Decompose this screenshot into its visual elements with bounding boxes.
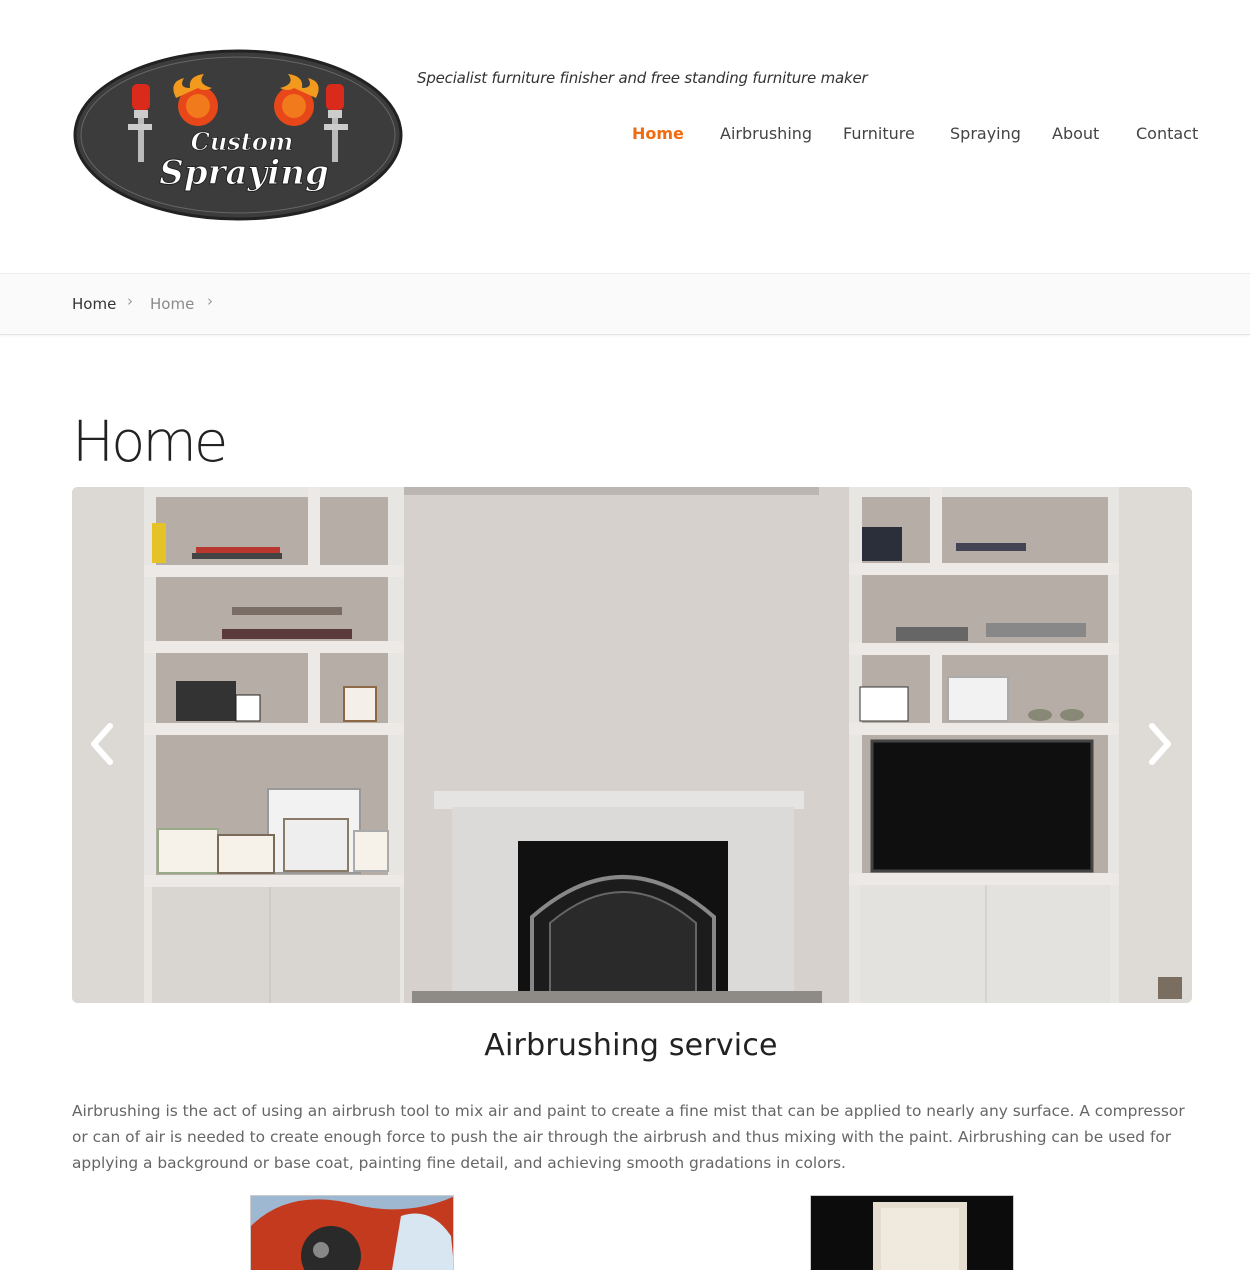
nav-item-spraying[interactable]: Spraying: [950, 124, 1021, 143]
gallery-image[interactable]: [810, 1195, 1014, 1270]
slider-next-button[interactable]: [1140, 720, 1180, 768]
breadcrumb-item-home[interactable]: Home: [72, 295, 116, 313]
breadcrumb: Home › Home ›: [0, 273, 1250, 335]
breadcrumb-item-current: Home: [150, 295, 195, 313]
page-title: Home: [72, 410, 228, 475]
nav-item-contact[interactable]: Contact: [1136, 124, 1198, 143]
chevron-left-icon: [91, 723, 113, 765]
main-nav: Home Airbrushing Furniture Spraying Abou…: [0, 124, 1250, 148]
section-title: Airbrushing service: [484, 1028, 778, 1063]
logo-text-spraying: Spraying: [159, 153, 328, 193]
slider-prev-button[interactable]: [82, 720, 122, 768]
chevron-right-icon: ›: [127, 292, 133, 310]
slide-image: [72, 487, 1192, 1003]
nav-item-airbrushing[interactable]: Airbrushing: [720, 124, 812, 143]
nav-item-home[interactable]: Home: [632, 124, 684, 143]
image-slider[interactable]: [72, 487, 1192, 1003]
chevron-right-icon: ›: [207, 292, 213, 310]
chevron-right-icon: [1149, 723, 1171, 765]
site-tagline: Specialist furniture finisher and free s…: [417, 69, 868, 87]
airbrush-artwork-image: [251, 1196, 453, 1270]
furniture-image: [811, 1196, 1013, 1270]
gallery-image[interactable]: [250, 1195, 454, 1270]
section-body: Airbrushing is the act of using an airbr…: [72, 1102, 1185, 1172]
nav-item-furniture[interactable]: Furniture: [843, 124, 915, 143]
nav-item-about[interactable]: About: [1052, 124, 1099, 143]
